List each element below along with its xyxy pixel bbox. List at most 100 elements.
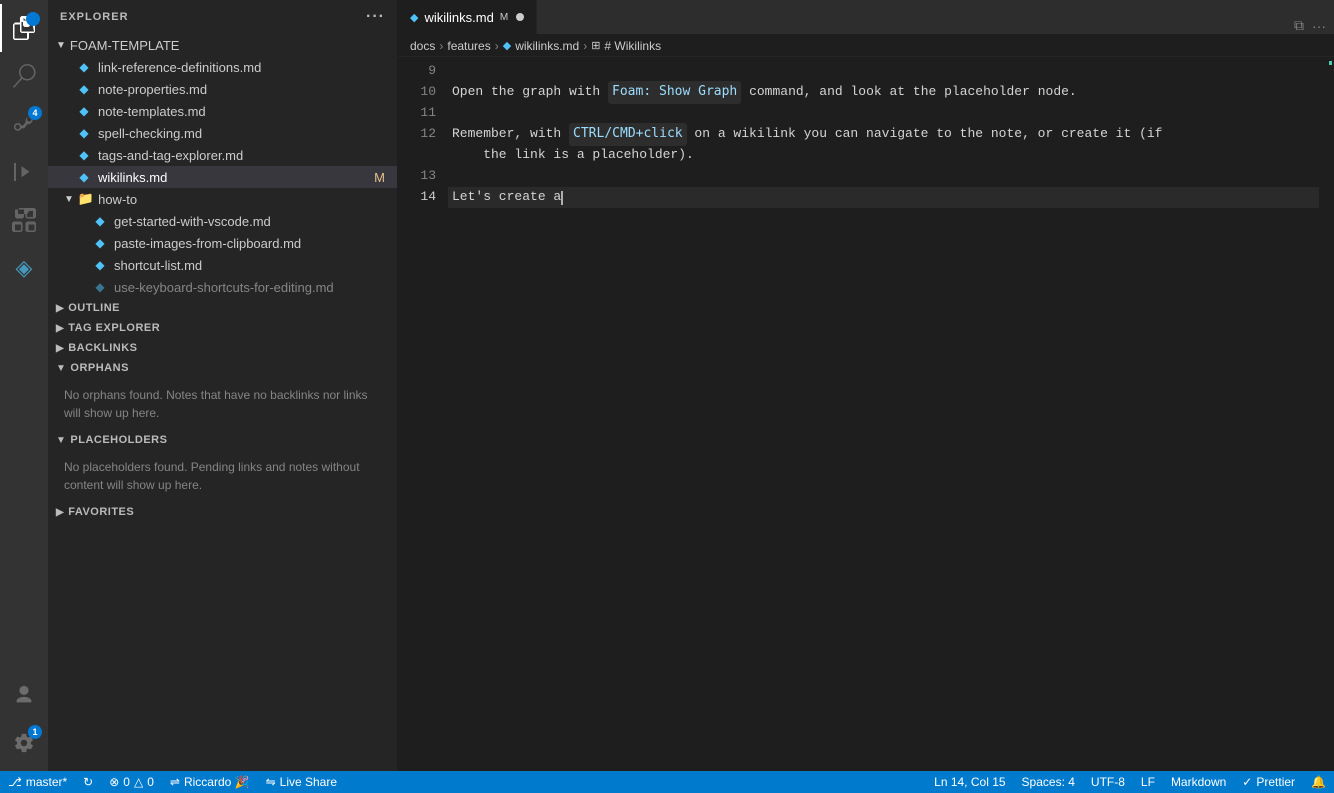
- favorites-section[interactable]: ▶ FAVORITES: [48, 502, 397, 522]
- backlinks-chevron-icon: ▶: [56, 343, 64, 354]
- breadcrumb: docs › features › ◆ wikilinks.md › ⊞ # W…: [398, 35, 1334, 57]
- backlinks-label: BACKLINKS: [68, 342, 137, 354]
- how-to-folder[interactable]: ▼ 📁 how-to: [48, 188, 397, 210]
- sidebar: EXPLORER ··· ▼ FOAM-TEMPLATE ◆ link-refe…: [48, 0, 398, 771]
- status-left: ⎇ master* ↻ ⊗ 0 △ 0 ⇌ Riccardo 🎉 ⇋ Live …: [0, 771, 345, 793]
- favorites-label: FAVORITES: [68, 506, 134, 518]
- breadcrumb-docs[interactable]: docs: [410, 39, 435, 53]
- feedback-status[interactable]: 🔔: [1303, 771, 1334, 793]
- list-item[interactable]: ◆ shortcut-list.md: [48, 254, 397, 276]
- list-item[interactable]: ◆ paste-images-from-clipboard.md: [48, 232, 397, 254]
- more-actions-icon[interactable]: ···: [1312, 18, 1326, 34]
- placeholders-chevron-icon: ▼: [56, 435, 66, 446]
- line-num-12: 12: [398, 124, 436, 145]
- orphans-content: No orphans found. Notes that have no bac…: [48, 378, 397, 430]
- list-item[interactable]: ◆ note-templates.md: [48, 100, 397, 122]
- search-activity-icon[interactable]: [0, 52, 48, 100]
- prettier-label: Prettier: [1256, 775, 1295, 789]
- list-item[interactable]: ◆ link-reference-definitions.md: [48, 56, 397, 78]
- placeholders-section[interactable]: ▼ PLACEHOLDERS: [48, 430, 397, 450]
- live-share-user-icon: ⇌: [170, 775, 180, 789]
- source-control-activity-icon[interactable]: 4: [0, 100, 48, 148]
- extensions-activity-icon[interactable]: [0, 196, 48, 244]
- sync-status[interactable]: ↻: [75, 771, 101, 793]
- git-branch-status[interactable]: ⎇ master*: [0, 771, 75, 793]
- file-foam-icon: ◆: [76, 125, 92, 141]
- orphans-section[interactable]: ▼ ORPHANS: [48, 358, 397, 378]
- outline-label: OUTLINE: [68, 302, 120, 314]
- list-item[interactable]: ◆ tags-and-tag-explorer.md: [48, 144, 397, 166]
- root-folder[interactable]: ▼ FOAM-TEMPLATE: [48, 34, 397, 56]
- errors-status[interactable]: ⊗ 0 △ 0: [101, 771, 162, 793]
- file-label: paste-images-from-clipboard.md: [114, 236, 301, 251]
- line-ending-label: LF: [1141, 775, 1155, 789]
- favorites-chevron-icon: ▶: [56, 507, 64, 518]
- activity-bottom: 1: [0, 671, 48, 771]
- file-label: note-templates.md: [98, 104, 206, 119]
- file-foam-icon: ◆: [76, 147, 92, 163]
- encoding-label: UTF-8: [1091, 775, 1125, 789]
- file-foam-icon: ◆: [92, 279, 108, 295]
- list-item[interactable]: ◆ use-keyboard-shortcuts-for-editing.md: [48, 276, 397, 298]
- file-foam-icon: ◆: [92, 257, 108, 273]
- editor-line-9: [448, 61, 1319, 82]
- backlinks-section[interactable]: ▶ BACKLINKS: [48, 338, 397, 358]
- tab-bar: ◆ wikilinks.md M ⧉ ···: [398, 0, 1334, 35]
- status-right: Ln 14, Col 15 Spaces: 4 UTF-8 LF Markdow…: [926, 771, 1334, 793]
- breadcrumb-sep-3: ›: [583, 39, 587, 53]
- editor-text[interactable]: Open the graph with Foam: Show Graph com…: [448, 57, 1319, 771]
- line-12-text2: on a wikilink you can navigate to the no…: [687, 124, 1163, 145]
- gutter-marker: [1329, 61, 1332, 65]
- files-activity-icon[interactable]: [0, 4, 48, 52]
- folder-chevron-icon: ▼: [56, 40, 66, 51]
- tab-unsaved-dot: [516, 13, 524, 21]
- tag-explorer-chevron-icon: ▶: [56, 323, 64, 334]
- prettier-status[interactable]: ✓ Prettier: [1234, 771, 1303, 793]
- list-item[interactable]: ◆ get-started-with-vscode.md: [48, 210, 397, 232]
- status-bar: ⎇ master* ↻ ⊗ 0 △ 0 ⇌ Riccardo 🎉 ⇋ Live …: [0, 771, 1334, 793]
- cursor-position-status[interactable]: Ln 14, Col 15: [926, 771, 1013, 793]
- placeholders-content: No placeholders found. Pending links and…: [48, 450, 397, 502]
- language-status[interactable]: Markdown: [1163, 771, 1234, 793]
- breadcrumb-symbol-icon: ⊞: [591, 39, 600, 52]
- settings-badge: 1: [28, 725, 42, 739]
- file-label: get-started-with-vscode.md: [114, 214, 271, 229]
- settings-activity-icon[interactable]: 1: [0, 719, 48, 767]
- line-num-9: 9: [398, 61, 436, 82]
- run-activity-icon[interactable]: [0, 148, 48, 196]
- breadcrumb-file[interactable]: ◆ wikilinks.md: [503, 39, 579, 53]
- breadcrumb-features[interactable]: features: [447, 39, 490, 53]
- right-gutter: [1319, 57, 1334, 771]
- list-item[interactable]: ◆ note-properties.md: [48, 78, 397, 100]
- line-num-11: 11: [398, 103, 436, 124]
- encoding-status[interactable]: UTF-8: [1083, 771, 1133, 793]
- active-tab[interactable]: ◆ wikilinks.md M: [398, 0, 537, 34]
- text-cursor: [561, 191, 563, 205]
- live-share-status[interactable]: ⇋ Live Share: [258, 771, 345, 793]
- prettier-check-icon: ✓: [1242, 775, 1252, 789]
- file-label-active: wikilinks.md: [98, 170, 167, 185]
- split-editor-icon[interactable]: ⧉: [1294, 17, 1304, 34]
- foam-activity-icon[interactable]: ◈: [0, 244, 48, 292]
- breadcrumb-symbol[interactable]: ⊞ # Wikilinks: [591, 39, 661, 53]
- outline-section[interactable]: ▶ OUTLINE: [48, 298, 397, 318]
- sidebar-menu-icon[interactable]: ···: [366, 8, 385, 26]
- cursor-line: [448, 208, 1319, 222]
- spaces-status[interactable]: Spaces: 4: [1014, 771, 1083, 793]
- list-item[interactable]: ◆ spell-checking.md: [48, 122, 397, 144]
- tag-explorer-section[interactable]: ▶ TAG EXPLORER: [48, 318, 397, 338]
- spaces-label: Spaces: 4: [1022, 775, 1075, 789]
- line-ending-status[interactable]: LF: [1133, 771, 1163, 793]
- files-badge: [26, 12, 40, 26]
- account-activity-icon[interactable]: [0, 671, 48, 719]
- file-foam-icon: ◆: [76, 59, 92, 75]
- list-item-active[interactable]: ◆ wikilinks.md M: [48, 166, 397, 188]
- line-10-text2: command, and look at the placeholder nod…: [741, 82, 1076, 103]
- editor-toolbar: ⧉ ···: [1294, 17, 1334, 34]
- file-label: link-reference-definitions.md: [98, 60, 261, 75]
- file-label: spell-checking.md: [98, 126, 202, 141]
- editor-content[interactable]: 9 10 11 12 · 13 14 Open the graph with F…: [398, 57, 1334, 771]
- live-share-user-status[interactable]: ⇌ Riccardo 🎉: [162, 771, 258, 793]
- sidebar-title: EXPLORER: [60, 11, 129, 23]
- line-12-code: CTRL/CMD+click: [569, 123, 687, 146]
